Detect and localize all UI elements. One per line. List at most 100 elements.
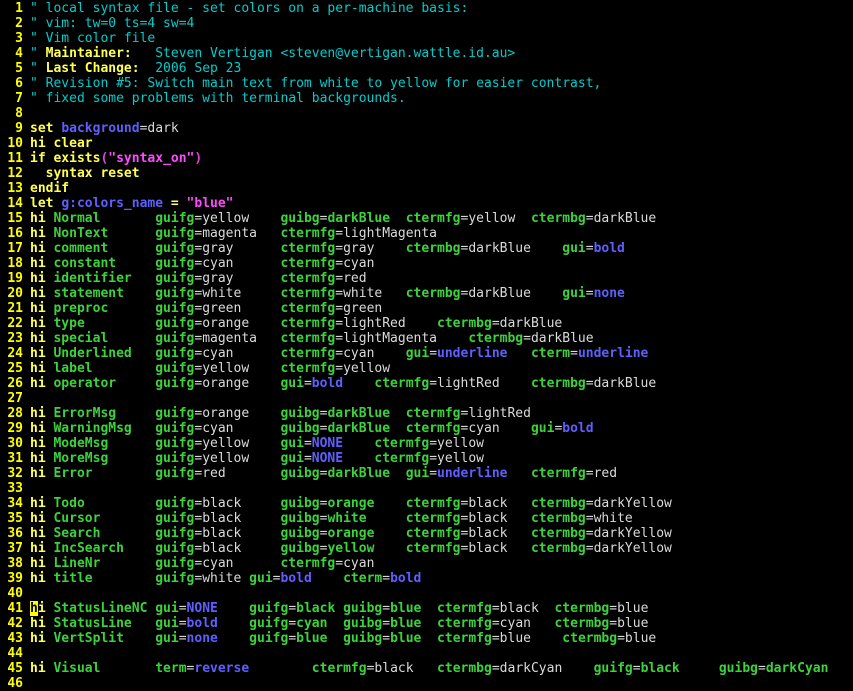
line-content: hi NonText guifg=magenta ctermfg=lightMa… <box>23 226 437 241</box>
code-line[interactable]: 3 " Vim color file <box>0 31 853 46</box>
syntax-token: ctermbg <box>530 376 586 391</box>
code-line[interactable]: 13 endif <box>0 181 853 196</box>
code-line[interactable]: 19 hi identifier guifg=gray ctermfg=red <box>0 271 853 286</box>
syntax-token: ctermfg <box>280 301 336 316</box>
code-line[interactable]: 45 hi Visual term=reverse ctermfg=black c… <box>0 661 853 676</box>
code-line[interactable]: 35 hi Cursor guifg=black guibg=white cter… <box>0 511 853 526</box>
line-number: 40 <box>7 586 23 601</box>
line-number: 31 <box>7 451 23 466</box>
code-line[interactable]: 28 hi ErrorMsg guifg=orange guibg=darkBlu… <box>0 406 853 421</box>
code-line[interactable]: 15 hi Normal guifg=yellow guibg=darkBlue … <box>0 211 853 226</box>
syntax-token: ctermfg <box>437 631 492 646</box>
syntax-token <box>367 511 406 526</box>
code-line[interactable]: 18 hi constant guifg=cyan ctermfg=cyan <box>0 256 853 271</box>
code-line[interactable]: 1 " local syntax file - set colors on a p… <box>0 1 853 16</box>
line-content: hi Search guifg=black guibg=orange cterm… <box>23 526 672 541</box>
syntax-token: =blue <box>609 616 649 631</box>
code-line[interactable]: 37 hi IncSearch guifg=black guibg=yellow … <box>0 541 853 556</box>
code-line[interactable]: 14 let g:colors_name = "blue" <box>0 196 853 211</box>
syntax-token: =cyan <box>335 556 375 571</box>
code-line[interactable]: 20 hi statement guifg=white ctermfg=white… <box>0 286 853 301</box>
line-number: 23 <box>7 331 23 346</box>
code-line[interactable]: 33 <box>0 481 853 496</box>
syntax-token: hi <box>30 331 54 346</box>
syntax-token: =lightMagenta <box>335 226 438 241</box>
code-line[interactable]: 5 " Last Change: 2006 Sep 23 <box>0 61 853 76</box>
syntax-token: Maintainer: <box>45 46 132 61</box>
syntax-token: black <box>640 661 680 676</box>
code-line[interactable]: 17 hi comment guifg=gray ctermfg=gray cte… <box>0 241 853 256</box>
code-line[interactable]: 38 hi LineNr guifg=cyan ctermfg=cyan <box>0 556 853 571</box>
code-line[interactable]: 10 hi clear <box>0 136 853 151</box>
syntax-token <box>343 376 374 391</box>
syntax-token: guifg <box>155 226 195 241</box>
code-line[interactable]: 41 hi StatusLineNC gui=NONE guifg=black g… <box>0 601 853 616</box>
line-number: 24 <box>7 346 23 361</box>
code-line[interactable]: 23 hi special guifg=magenta ctermfg=light… <box>0 331 853 346</box>
code-line[interactable]: 46 <box>0 676 853 691</box>
code-line[interactable]: 4 " Maintainer: Steven Vertigan <steven@v… <box>0 46 853 61</box>
code-line[interactable]: 16 hi NonText guifg=magenta ctermfg=light… <box>0 226 853 241</box>
syntax-token: darkBlue <box>327 421 391 436</box>
syntax-token: Normal <box>53 211 156 226</box>
code-line[interactable]: 12 syntax reset <box>0 166 853 181</box>
vim-editor[interactable]: 1 " local syntax file - set colors on a p… <box>0 0 853 691</box>
line-content: " vim: tw=0 ts=4 sw=4 <box>23 16 194 31</box>
code-line[interactable]: 22 hi type guifg=orange ctermfg=lightRed … <box>0 316 853 331</box>
syntax-token: hi <box>30 301 54 316</box>
syntax-token: =gray <box>194 241 281 256</box>
code-line[interactable]: 36 hi Search guifg=black guibg=orange cte… <box>0 526 853 541</box>
syntax-token: =black <box>460 496 531 511</box>
code-line[interactable]: 43 hi VertSplit gui=none guifg=blue guibg… <box>0 631 853 646</box>
syntax-token: guibg <box>280 421 320 436</box>
syntax-token: guifg <box>155 421 195 436</box>
code-line[interactable]: 29 hi WarningMsg guifg=cyan guibg=darkBlu… <box>0 421 853 436</box>
syntax-token: ctermfg <box>405 421 461 436</box>
code-line[interactable]: 34 hi Todo guifg=black guibg=orange cterm… <box>0 496 853 511</box>
syntax-token: guifg <box>155 526 195 541</box>
syntax-token <box>218 616 249 631</box>
syntax-token: =white <box>585 511 633 526</box>
code-line[interactable]: 32 hi Error guifg=red guibg=darkBlue gui=… <box>0 466 853 481</box>
code-line[interactable]: 40 <box>0 586 853 601</box>
syntax-token: gui <box>530 421 555 436</box>
code-line[interactable]: 25 hi label guifg=yellow ctermfg=yellow <box>0 361 853 376</box>
code-line[interactable]: 11 if exists("syntax_on") <box>0 151 853 166</box>
line-content: hi type guifg=orange ctermfg=lightRed ct… <box>23 316 562 331</box>
line-content: hi operator guifg=orange gui=bold ctermf… <box>23 376 656 391</box>
syntax-token: =darkBlue <box>460 286 563 301</box>
syntax-token: ctermfg <box>530 466 586 481</box>
syntax-token: guibg <box>280 541 320 556</box>
line-content: hi constant guifg=cyan ctermfg=cyan <box>23 256 374 271</box>
code-line[interactable]: 31 hi MoreMsg guifg=yellow gui=NONE cterm… <box>0 451 853 466</box>
code-line[interactable]: 44 <box>0 646 853 661</box>
code-line[interactable]: 6 " Revision #5: Switch main text from wh… <box>0 76 853 91</box>
syntax-token: =blue <box>617 631 657 646</box>
syntax-token: =cyan <box>194 421 281 436</box>
code-line[interactable]: 24 hi Underlined guifg=cyan ctermfg=cyan … <box>0 346 853 361</box>
syntax-token: =black <box>194 541 281 556</box>
line-content: hi Underlined guifg=cyan ctermfg=cyan gu… <box>23 346 648 361</box>
syntax-token: hi <box>30 421 54 436</box>
line-content: hi title guifg=white gui=bold cterm=bold <box>23 571 421 586</box>
code-line[interactable]: 27 <box>0 391 853 406</box>
line-number: 21 <box>7 301 23 316</box>
line-content: hi VertSplit gui=none guifg=blue guibg=b… <box>23 631 656 646</box>
code-line[interactable]: 21 hi preproc guifg=green ctermfg=green <box>0 301 853 316</box>
text-cursor: h <box>30 601 38 616</box>
code-line[interactable]: 8 <box>0 106 853 121</box>
line-number: 1 <box>15 1 23 16</box>
code-line[interactable]: 9 set background=dark <box>0 121 853 136</box>
syntax-token: =yellow <box>335 361 391 376</box>
syntax-token: darkCyan <box>765 661 829 676</box>
syntax-token: ctermfg <box>405 406 461 421</box>
code-line[interactable]: 7 " fixed some problems with terminal bac… <box>0 91 853 106</box>
syntax-token: ErrorMsg <box>53 406 156 421</box>
code-line[interactable]: 2 " vim: tw=0 ts=4 sw=4 <box>0 16 853 31</box>
code-line[interactable]: 30 hi ModeMsg guifg=yellow gui=NONE cterm… <box>0 436 853 451</box>
code-line[interactable]: 42 hi StatusLine gui=bold guifg=cyan guib… <box>0 616 853 631</box>
syntax-token: =cyan <box>194 346 281 361</box>
syntax-token: "blue" <box>186 196 234 211</box>
code-line[interactable]: 39 hi title guifg=white gui=bold cterm=bo… <box>0 571 853 586</box>
code-line[interactable]: 26 hi operator guifg=orange gui=bold cter… <box>0 376 853 391</box>
